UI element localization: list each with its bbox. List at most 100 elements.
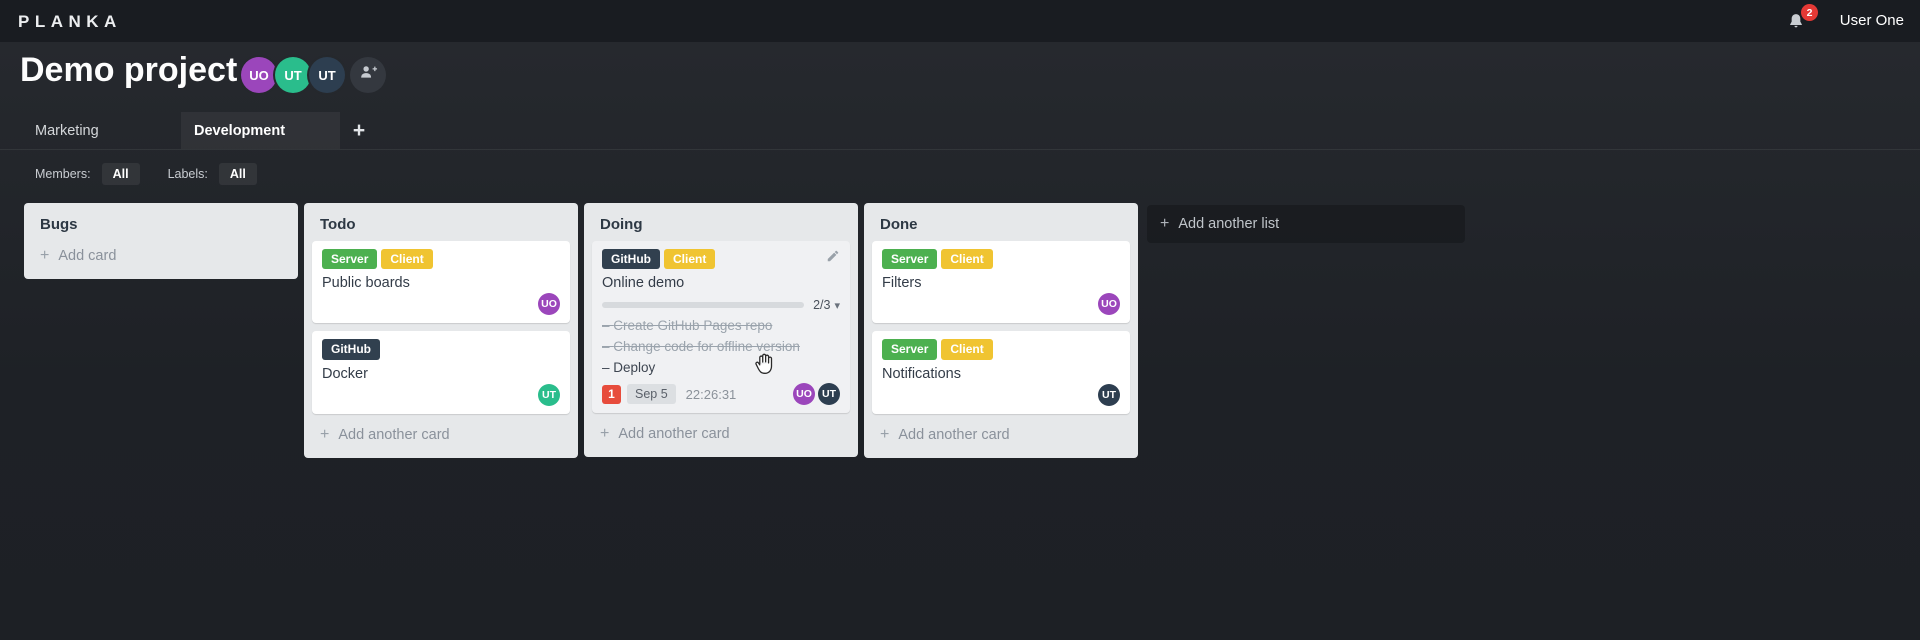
card-labels: Server Client (322, 249, 560, 270)
list-title[interactable]: Done (864, 203, 1138, 241)
filter-bar: Members: All Labels: All (35, 163, 285, 185)
card-labels: Server Client (882, 249, 1120, 270)
avatar: UO (1098, 293, 1120, 316)
task-item: – Change code for offline version (602, 339, 800, 355)
top-bar: PLANKA 2 User One (0, 0, 1920, 42)
board: Bugs + Add card Todo Server Client Publi… (24, 203, 1465, 458)
notifications-button[interactable]: 2 (1786, 4, 1818, 34)
card-label: GitHub (602, 249, 660, 270)
list-todo: Todo Server Client Public boards UO GitH… (304, 203, 578, 458)
card-label: Server (882, 249, 938, 270)
list-doing: Doing GitHub Client Online demo 2/3 ▾ – … (584, 203, 858, 458)
card-label: Server (882, 339, 938, 360)
user-menu[interactable]: User One (1840, 12, 1904, 29)
task-progress: 2/3 ▾ (602, 298, 840, 312)
add-card-label: Add another card (338, 426, 450, 443)
card-labels: GitHub Client (602, 249, 840, 270)
add-member-button[interactable] (350, 57, 386, 93)
avatar: UO (793, 383, 815, 406)
page-title: Demo project (20, 51, 238, 89)
card-labels: GitHub (322, 339, 560, 360)
chevron-down-icon[interactable]: ▾ (834, 299, 840, 312)
card-members: UO UT (790, 383, 840, 406)
card-stack: GitHub Client Online demo 2/3 ▾ – Create… (584, 241, 858, 414)
avatar: UT (818, 383, 840, 406)
list-bugs: Bugs + Add card (24, 203, 298, 279)
card-filters[interactable]: Server Client Filters UO (872, 241, 1130, 324)
card-footer: UO (882, 293, 1120, 316)
board-tabs: Marketing Development + (0, 112, 1920, 150)
card-label: Client (941, 249, 993, 270)
card-footer: UT (882, 383, 1120, 406)
due-date-badge[interactable]: Sep 5 (627, 384, 676, 405)
dash-icon: – (602, 339, 610, 355)
list-title[interactable]: Bugs (24, 203, 298, 241)
avatar: UT (538, 383, 560, 406)
avatar[interactable]: UT (275, 57, 311, 93)
card-docker[interactable]: GitHub Docker UT (312, 331, 570, 414)
members-filter-value[interactable]: All (101, 163, 140, 185)
edit-card-button[interactable] (826, 249, 840, 268)
card-label: Client (381, 249, 433, 270)
avatar: UO (538, 293, 560, 316)
card-title: Public boards (322, 275, 410, 292)
card-footer: UT (322, 383, 560, 406)
avatar: UT (1098, 383, 1120, 406)
labels-filter-label: Labels: (167, 167, 208, 181)
card-footer: UO (322, 293, 560, 316)
plus-icon: + (40, 247, 50, 264)
progress-fill (602, 302, 729, 308)
add-card-label: Add card (58, 248, 117, 264)
card-footer: 1 Sep 5 22:26:31 UO UT (602, 383, 840, 406)
card-notifications[interactable]: Server Client Notifications UT (872, 331, 1130, 414)
progress-bar (602, 302, 805, 309)
add-list-button[interactable]: + Add another list (1147, 205, 1465, 243)
pencil-icon (826, 250, 840, 267)
timer-text[interactable]: 22:26:31 (686, 387, 737, 402)
card-title: Filters (882, 275, 922, 292)
avatar[interactable]: UO (241, 57, 277, 93)
members-filter-label: Members: (35, 167, 91, 181)
notification-count-badge: 2 (1801, 4, 1818, 21)
project-members: UO UT UT (241, 57, 386, 93)
add-card-button[interactable]: + Add another card (584, 421, 858, 457)
list-done: Done Server Client Filters UO Server Cli… (864, 203, 1138, 458)
card-label: GitHub (322, 339, 380, 360)
card-notification-badge: 1 (602, 384, 621, 404)
list-title[interactable]: Todo (304, 203, 578, 241)
add-board-button[interactable]: + (340, 112, 378, 149)
avatar[interactable]: UT (309, 57, 345, 93)
card-online-demo[interactable]: GitHub Client Online demo 2/3 ▾ – Create… (592, 241, 850, 414)
labels-filter-value[interactable]: All (218, 163, 257, 185)
card-stack: Server Client Public boards UO GitHub Do… (304, 241, 578, 414)
dash-icon: – (602, 318, 610, 334)
plus-icon: + (1160, 215, 1170, 232)
task-item: – Create GitHub Pages repo (602, 318, 773, 334)
dash-icon: – (602, 360, 610, 376)
plus-icon: + (320, 425, 330, 443)
card-members: UO (535, 293, 560, 316)
card-members: UT (1095, 383, 1120, 406)
app-logo[interactable]: PLANKA (18, 12, 122, 32)
list-title[interactable]: Doing (584, 203, 858, 241)
card-label: Client (664, 249, 716, 270)
card-public-boards[interactable]: Server Client Public boards UO (312, 241, 570, 324)
add-list-label: Add another list (1178, 216, 1280, 232)
card-stack: Server Client Filters UO Server Client N… (864, 241, 1138, 414)
plus-icon: + (600, 425, 610, 443)
card-title: Notifications (882, 365, 961, 382)
add-card-button[interactable]: + Add card (24, 241, 298, 279)
task-item: – Deploy (602, 360, 656, 376)
person-add-icon (359, 63, 378, 87)
card-title: Docker (322, 365, 368, 382)
add-card-label: Add another card (618, 426, 730, 443)
card-members: UT (535, 383, 560, 406)
add-card-button[interactable]: + Add another card (304, 422, 578, 458)
tab-development[interactable]: Development (181, 112, 340, 149)
card-title: Online demo (602, 275, 685, 292)
progress-count: 2/3 (813, 298, 831, 313)
plus-icon: + (880, 425, 890, 443)
add-card-button[interactable]: + Add another card (864, 422, 1138, 458)
tab-marketing[interactable]: Marketing (22, 112, 181, 149)
card-label: Server (322, 249, 378, 270)
